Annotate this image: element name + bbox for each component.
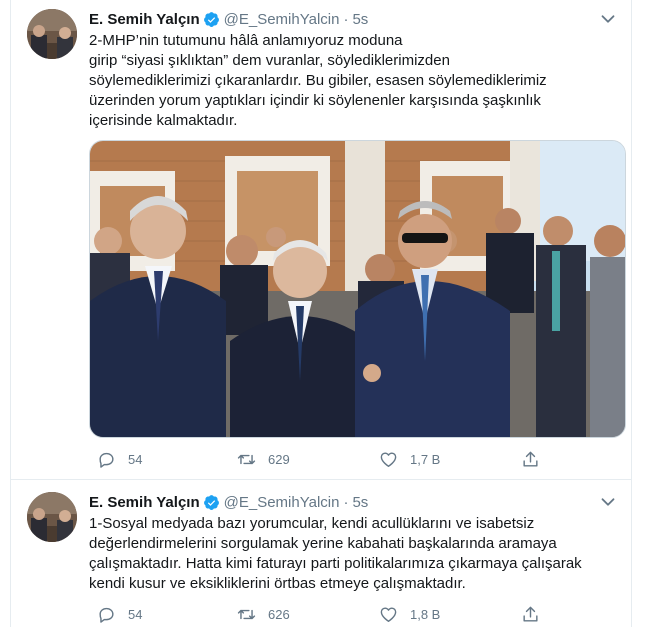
reply-icon [99, 452, 114, 468]
tweet[interactable]: E. Semih Yalçın @E_SemihYalcin · 5s 2-MH… [11, 0, 631, 480]
reply-count: 54 [128, 451, 143, 467]
retweet-icon [237, 609, 256, 619]
like-button[interactable]: 1,7 B [379, 448, 440, 470]
retweet-button[interactable]: 626 [237, 603, 290, 625]
retweet-icon [237, 454, 256, 464]
author-name[interactable]: E. Semih Yalçın [89, 11, 200, 28]
share-button[interactable] [521, 448, 552, 470]
reply-button[interactable]: 54 [97, 603, 142, 625]
timeline: E. Semih Yalçın @E_SemihYalcin · 5s 2-MH… [10, 0, 632, 627]
avatar[interactable] [27, 9, 77, 59]
share-icon [523, 451, 538, 467]
like-count: 1,7 B [410, 451, 441, 467]
tweet-header: E. Semih Yalçın @E_SemihYalcin · 5s [89, 9, 368, 29]
tweet-photo[interactable] [89, 140, 626, 438]
reply-icon [99, 607, 114, 623]
like-count: 1,8 B [410, 606, 441, 622]
like-button[interactable]: 1,8 B [379, 603, 440, 625]
share-icon [523, 606, 538, 622]
tweet-text: 1-Sosyal medyada bazı yorumcular, kendi … [89, 515, 582, 592]
reply-button[interactable]: 54 [97, 448, 142, 470]
author-handle[interactable]: @E_SemihYalcin [224, 11, 340, 28]
verified-badge-icon [203, 494, 219, 510]
tweet-time[interactable]: 5s [352, 494, 368, 511]
chevron-down-icon[interactable] [597, 8, 619, 30]
chevron-down-icon[interactable] [597, 491, 619, 513]
separator-dot: · [343, 493, 349, 511]
tweet-header: E. Semih Yalçın @E_SemihYalcin · 5s [89, 492, 368, 512]
author-name[interactable]: E. Semih Yalçın [89, 494, 200, 511]
tweet-actions: 54 629 1,7 B [89, 448, 549, 470]
avatar[interactable] [27, 492, 77, 542]
tweet-text: 2-MHP’nin tutumunu hâlâ anlamıyoruz modu… [89, 32, 547, 129]
retweet-count: 629 [268, 451, 290, 467]
author-handle[interactable]: @E_SemihYalcin [224, 494, 340, 511]
like-icon [380, 451, 397, 467]
verified-badge-icon [203, 11, 219, 27]
tweet-time[interactable]: 5s [352, 11, 368, 28]
like-icon [380, 606, 397, 622]
retweet-count: 626 [268, 606, 290, 622]
tweet-actions: 54 626 1,8 B [89, 603, 549, 625]
reply-count: 54 [128, 606, 143, 622]
separator-dot: · [343, 10, 349, 28]
tweet[interactable]: E. Semih Yalçın @E_SemihYalcin · 5s 1-So… [11, 481, 631, 627]
retweet-button[interactable]: 629 [237, 448, 290, 470]
share-button[interactable] [521, 603, 552, 625]
